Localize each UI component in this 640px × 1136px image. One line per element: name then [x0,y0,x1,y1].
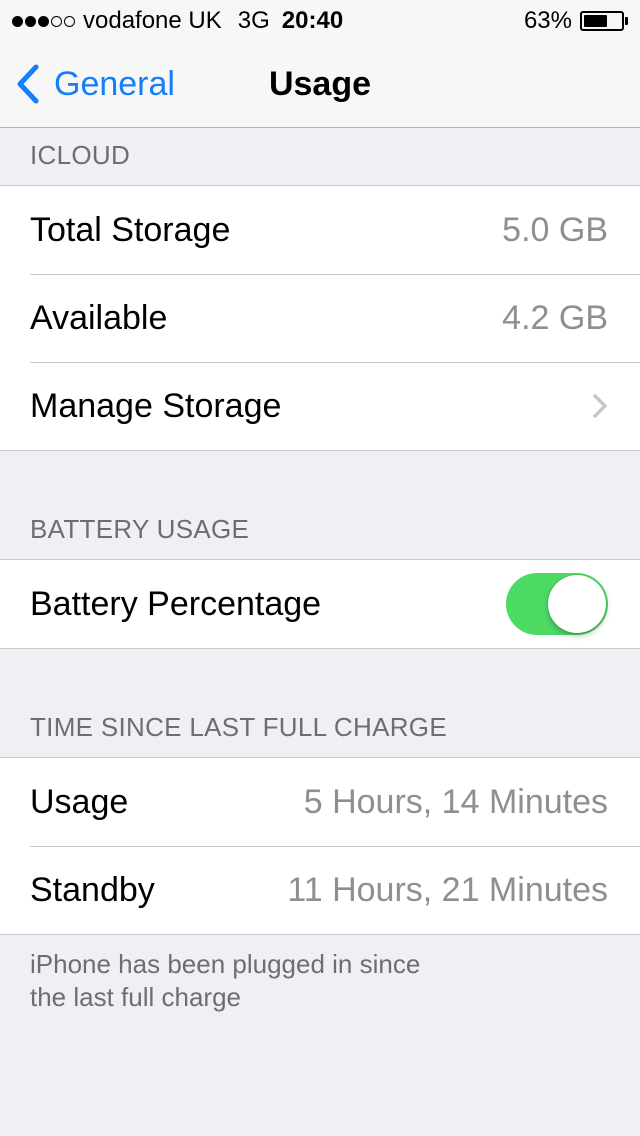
network-type: 3G [237,7,270,34]
status-time: 20:40 [281,7,344,34]
standby-row: Standby 11 Hours, 21 Minutes [0,846,640,934]
page-title: Usage [268,65,372,103]
battery-percentage-row: Battery Percentage [0,560,640,648]
charge-footer-note: iPhone has been plugged in since the las… [30,949,421,1012]
usage-label: Usage [30,782,129,821]
total-storage-row: Total Storage 5.0 GB [0,186,640,274]
manage-storage-label: Manage Storage [30,386,282,425]
total-storage-value: 5.0 GB [502,210,608,249]
status-left: vodafone UK 3G 20:40 [12,6,343,36]
toggle-knob [548,575,606,633]
usage-value: 5 Hours, 14 Minutes [303,782,608,821]
icloud-group: Total Storage 5.0 GB Available 4.2 GB Ma… [0,185,640,451]
navigation-bar: General Usage [0,40,640,128]
manage-storage-row[interactable]: Manage Storage [0,362,640,450]
status-right: 63% [524,6,628,36]
battery-cap [625,17,628,25]
battery-level-fill [584,15,607,27]
status-bar: vodafone UK 3G 20:40 63% [0,0,640,40]
battery-usage-group: Battery Percentage [0,559,640,649]
time-since-charge-group: Usage 5 Hours, 14 Minutes Standby 11 Hou… [0,757,640,935]
available-label: Available [30,298,168,337]
signal-dots-icon [12,15,75,27]
total-storage-label: Total Storage [30,210,231,249]
available-row: Available 4.2 GB [0,274,640,362]
chevron-right-icon [592,393,608,419]
standby-value: 11 Hours, 21 Minutes [287,870,608,909]
section-header-icloud: ICLOUD [30,140,131,170]
section-header-battery-usage: BATTERY USAGE [30,514,250,544]
usage-row: Usage 5 Hours, 14 Minutes [0,758,640,846]
battery-percent: 63% [523,7,572,34]
available-value: 4.2 GB [502,298,608,337]
section-header-time-since-charge: TIME SINCE LAST FULL CHARGE [30,712,447,742]
battery-percentage-toggle[interactable] [506,573,608,635]
battery-percentage-label: Battery Percentage [30,584,322,623]
battery-icon [580,11,624,31]
standby-label: Standby [30,870,155,909]
carrier-name: vodafone UK [83,7,222,34]
